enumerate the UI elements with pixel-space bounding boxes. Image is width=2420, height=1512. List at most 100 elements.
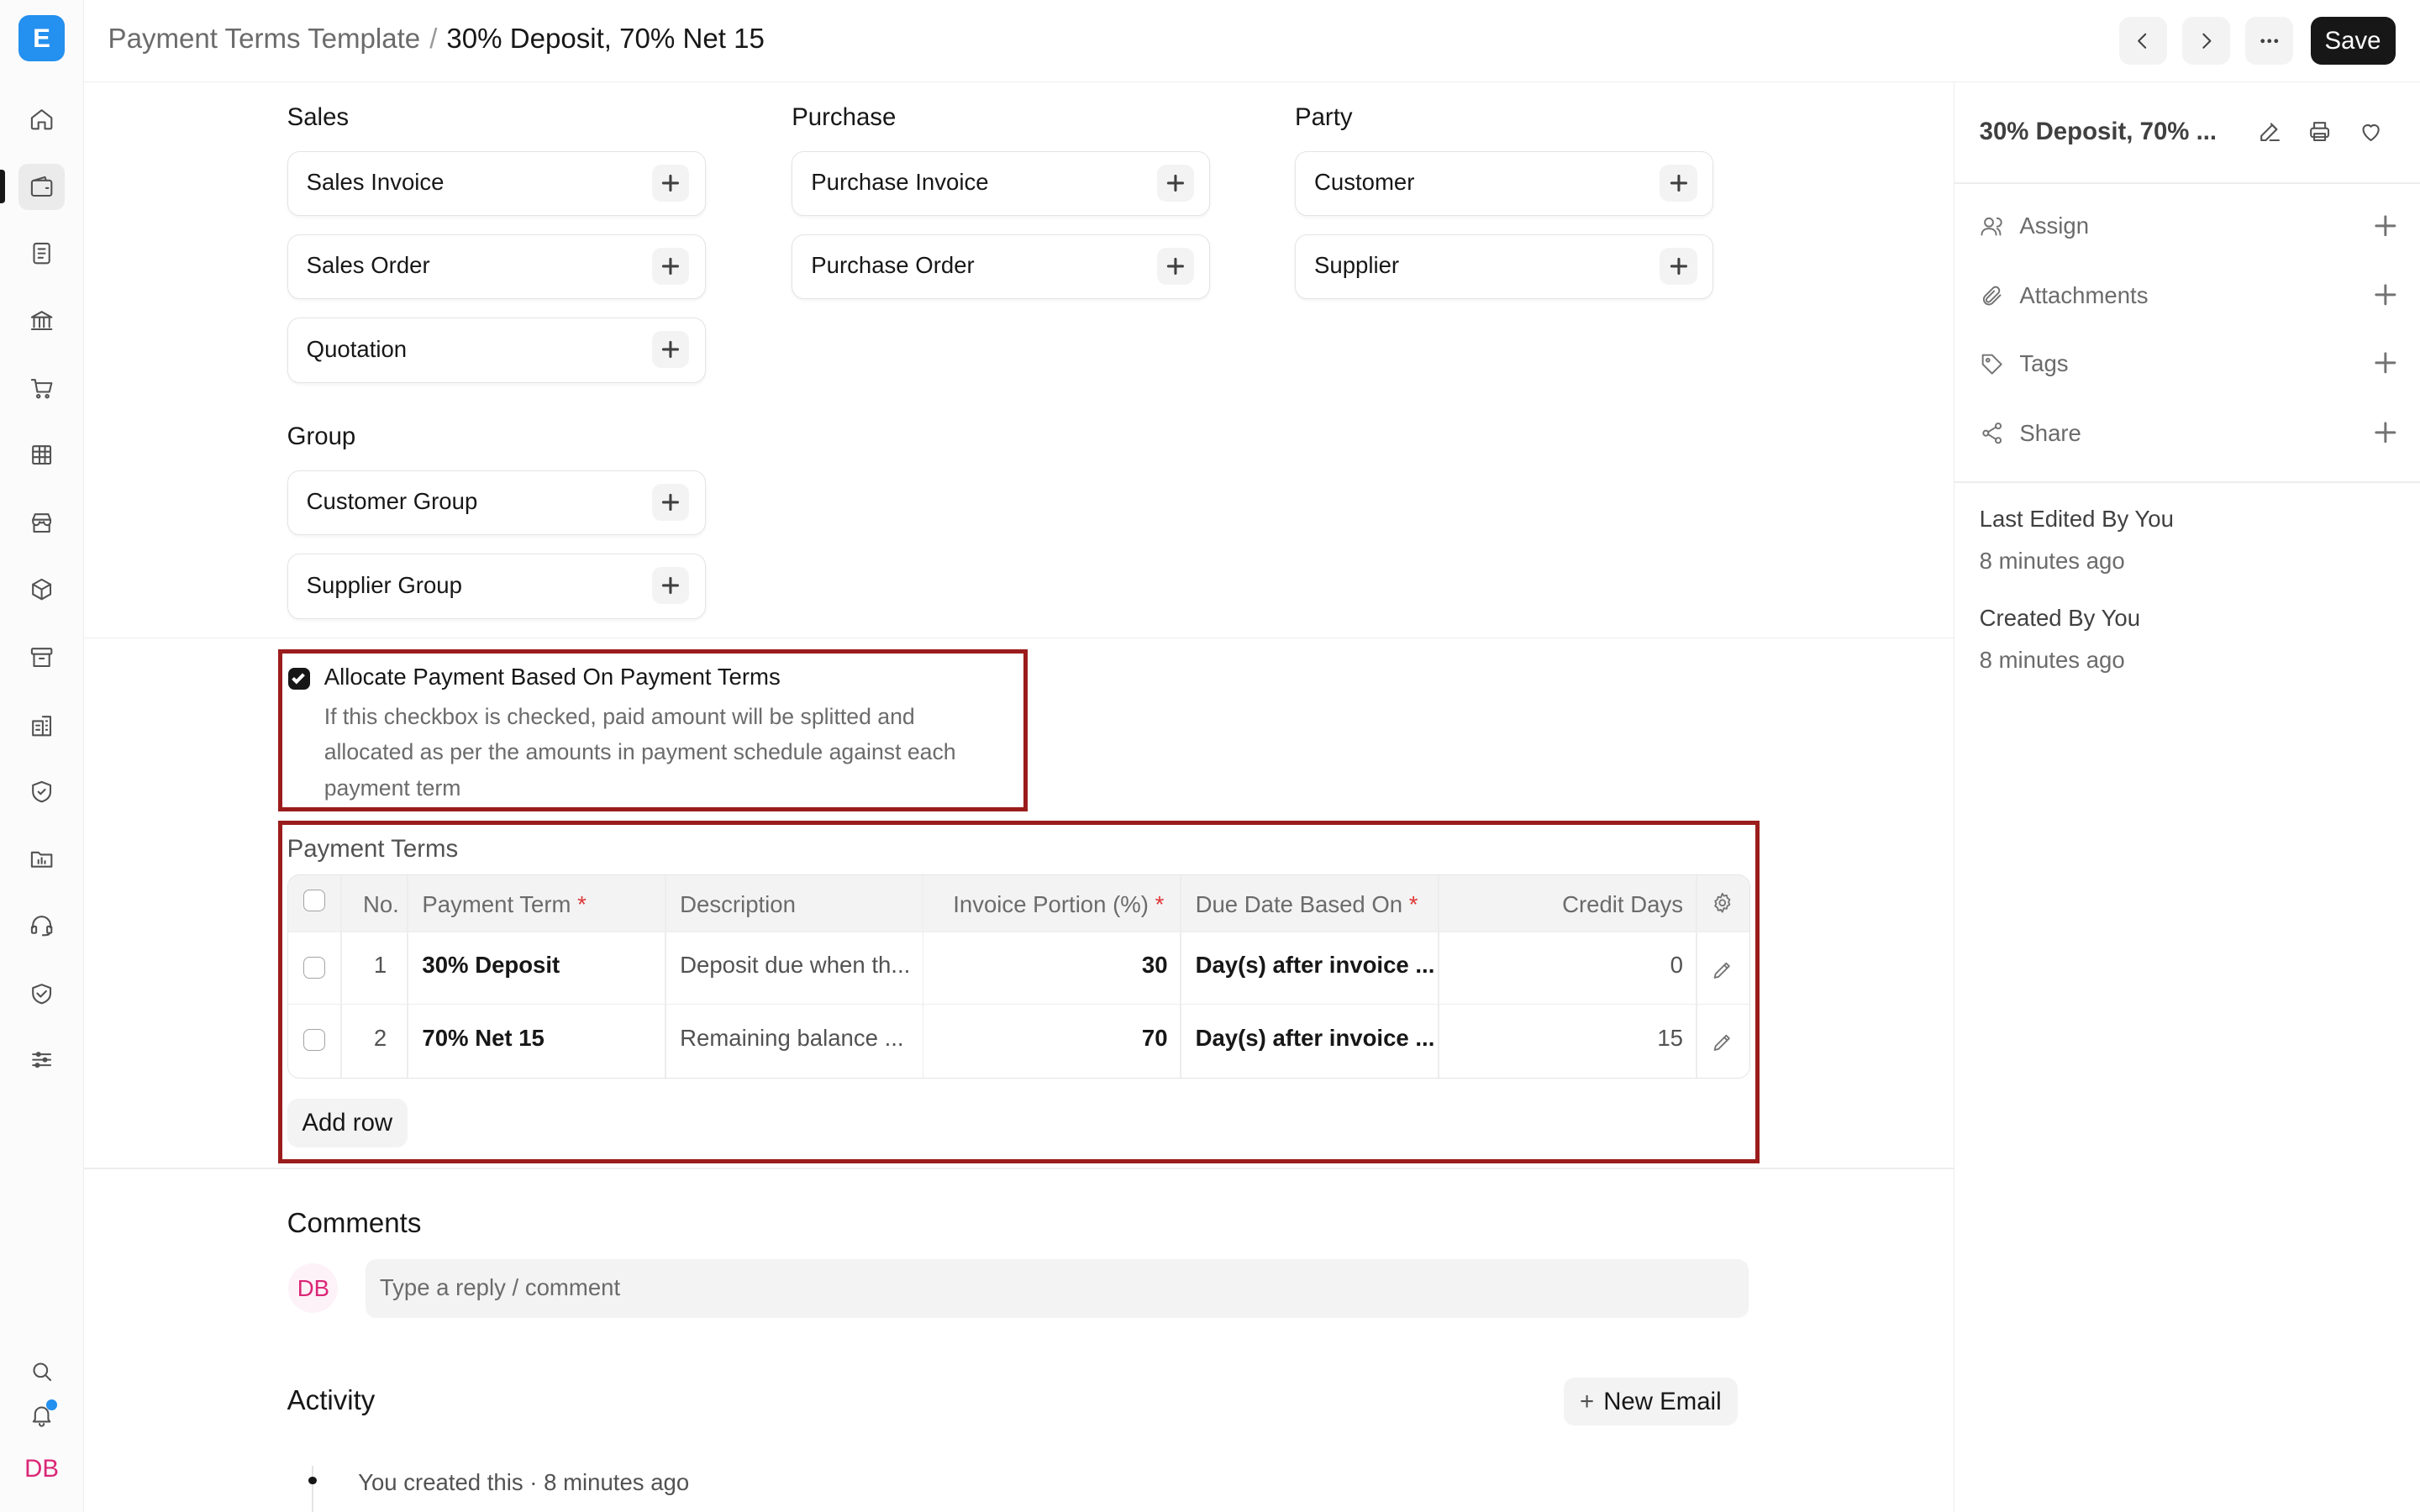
plus-icon[interactable]	[2375, 284, 2396, 312]
edit-icon[interactable]	[2257, 118, 2283, 151]
user-avatar[interactable]: DB	[18, 1447, 65, 1490]
sidebar-item-share[interactable]: Share	[1980, 417, 2396, 454]
building-icon[interactable]	[18, 702, 65, 748]
save-button[interactable]: Save	[2310, 17, 2396, 66]
sidebar-item-attachments[interactable]: Attachments	[1980, 279, 2396, 316]
row-credit-days[interactable]: 15	[1461, 1025, 1683, 1052]
cart-icon[interactable]	[18, 365, 65, 412]
row-invoice-portion[interactable]: 70	[936, 1025, 1168, 1052]
column-divider	[664, 875, 666, 1078]
allocate-checkbox[interactable]	[288, 668, 311, 690]
plus-icon[interactable]	[1660, 247, 1697, 285]
printer-icon[interactable]	[2307, 118, 2333, 151]
link-purchase-invoice[interactable]: Purchase Invoice	[792, 150, 1211, 217]
plus-icon[interactable]	[1156, 247, 1194, 285]
add-row-button[interactable]: Add row	[287, 1098, 408, 1148]
activity-timeline	[312, 1465, 313, 1512]
gear-icon[interactable]	[1711, 891, 1734, 921]
plus-icon: +	[1580, 1387, 1595, 1415]
plus-icon[interactable]	[1156, 164, 1194, 202]
document-icon[interactable]	[18, 230, 65, 276]
required-marker: *	[577, 890, 587, 917]
col-invoice-portion-label: Invoice Portion (%)	[953, 890, 1149, 917]
plus-icon[interactable]	[2375, 352, 2396, 381]
store-icon[interactable]	[18, 500, 65, 546]
archive-icon[interactable]	[18, 634, 65, 680]
edit-icon[interactable]	[1711, 958, 1734, 989]
new-email-label: New Email	[1603, 1387, 1722, 1415]
breadcrumb: Payment Terms Template /30% Deposit, 70% …	[108, 24, 765, 55]
link-purchase-order[interactable]: Purchase Order	[792, 234, 1211, 300]
shield-icon[interactable]	[18, 769, 65, 815]
link-quotation[interactable]: Quotation	[287, 318, 706, 383]
paperclip-icon	[1980, 284, 2004, 315]
row-no: 2	[373, 1024, 387, 1051]
plus-icon[interactable]	[2375, 421, 2396, 449]
comment-input[interactable]: Type a reply / comment	[366, 1258, 1749, 1318]
search-icon[interactable]	[18, 1348, 65, 1394]
link-sales-invoice[interactable]: Sales Invoice	[287, 150, 706, 217]
table-header: No. Payment Term * Description Invoice P…	[287, 875, 1749, 932]
folder-chart-icon[interactable]	[18, 836, 65, 882]
plus-icon[interactable]	[652, 247, 690, 285]
column-divider	[340, 875, 342, 1078]
previous-button[interactable]	[2118, 17, 2167, 66]
link-label: Customer	[1314, 169, 1415, 196]
row-payment-term[interactable]: 70% Net 15	[422, 1025, 544, 1052]
plus-icon[interactable]	[652, 567, 690, 605]
new-email-button[interactable]: + New Email	[1563, 1378, 1739, 1426]
sidebar-item-assign[interactable]: Assign	[1980, 210, 2396, 247]
more-options-button[interactable]	[2245, 17, 2294, 66]
col-payment-term: Payment Term *	[422, 891, 586, 918]
table-icon[interactable]	[18, 432, 65, 478]
link-customer[interactable]: Customer	[1294, 150, 1713, 217]
box-icon[interactable]	[18, 566, 65, 612]
created-label: Created By You	[1979, 604, 2141, 631]
link-sales-order[interactable]: Sales Order	[287, 234, 706, 300]
row-description[interactable]: Remaining balance ...	[680, 1025, 921, 1052]
plus-icon[interactable]	[2375, 214, 2396, 243]
plus-icon[interactable]	[652, 483, 690, 521]
row-payment-term[interactable]: 30% Deposit	[422, 952, 560, 979]
handshake-icon[interactable]	[18, 970, 65, 1016]
select-all-checkbox[interactable]	[302, 889, 325, 911]
link-label: Purchase Order	[811, 252, 975, 279]
plus-icon[interactable]	[652, 164, 690, 202]
col-credit-days: Credit Days	[1562, 890, 1683, 917]
table-row[interactable]: 1 30% Deposit Deposit due when th... 30 …	[287, 931, 1749, 1005]
app-logo[interactable]: E	[18, 15, 66, 62]
chevron-right-icon	[2202, 33, 2212, 49]
row-invoice-portion[interactable]: 30	[936, 952, 1168, 979]
bell-icon[interactable]	[18, 1392, 65, 1438]
column-divider	[1180, 875, 1182, 1078]
section-divider	[83, 637, 1954, 639]
link-customer-group[interactable]: Customer Group	[287, 470, 706, 536]
row-due-date-based-on[interactable]: Day(s) after invoice ...	[1196, 952, 1437, 979]
page-header: Payment Terms Template /30% Deposit, 70% …	[83, 0, 2420, 83]
edit-icon[interactable]	[1711, 1031, 1734, 1061]
row-due-date-based-on[interactable]: Day(s) after invoice ...	[1196, 1025, 1437, 1052]
next-button[interactable]	[2182, 17, 2231, 66]
table-row[interactable]: 2 70% Net 15 Remaining balance ... 70 Da…	[287, 1003, 1749, 1078]
row-description[interactable]: Deposit due when th...	[680, 952, 921, 979]
home-icon[interactable]	[18, 96, 65, 142]
row-credit-days[interactable]: 0	[1461, 952, 1683, 979]
sidebar-item-tags[interactable]: Tags	[1980, 347, 2396, 384]
rail-active-indicator	[0, 170, 5, 204]
col-description: Description	[680, 890, 796, 917]
row-checkbox[interactable]	[302, 956, 325, 979]
right-sidebar: 30% Deposit, 70% ... Assign Attachments …	[1954, 81, 2420, 1512]
allocate-label[interactable]: Allocate Payment Based On Payment Terms	[324, 664, 781, 690]
link-supplier[interactable]: Supplier	[1294, 234, 1713, 300]
breadcrumb-parent[interactable]: Payment Terms Template	[108, 24, 421, 55]
bank-icon[interactable]	[18, 297, 65, 344]
check-icon	[292, 673, 306, 685]
headset-icon[interactable]	[18, 902, 65, 948]
plus-icon[interactable]	[1660, 164, 1697, 202]
link-supplier-group[interactable]: Supplier Group	[287, 554, 706, 619]
wallet-icon[interactable]	[18, 163, 66, 210]
heart-icon[interactable]	[2358, 118, 2384, 151]
plus-icon[interactable]	[652, 331, 690, 369]
row-checkbox[interactable]	[302, 1029, 325, 1051]
sliders-icon[interactable]	[18, 1037, 65, 1083]
